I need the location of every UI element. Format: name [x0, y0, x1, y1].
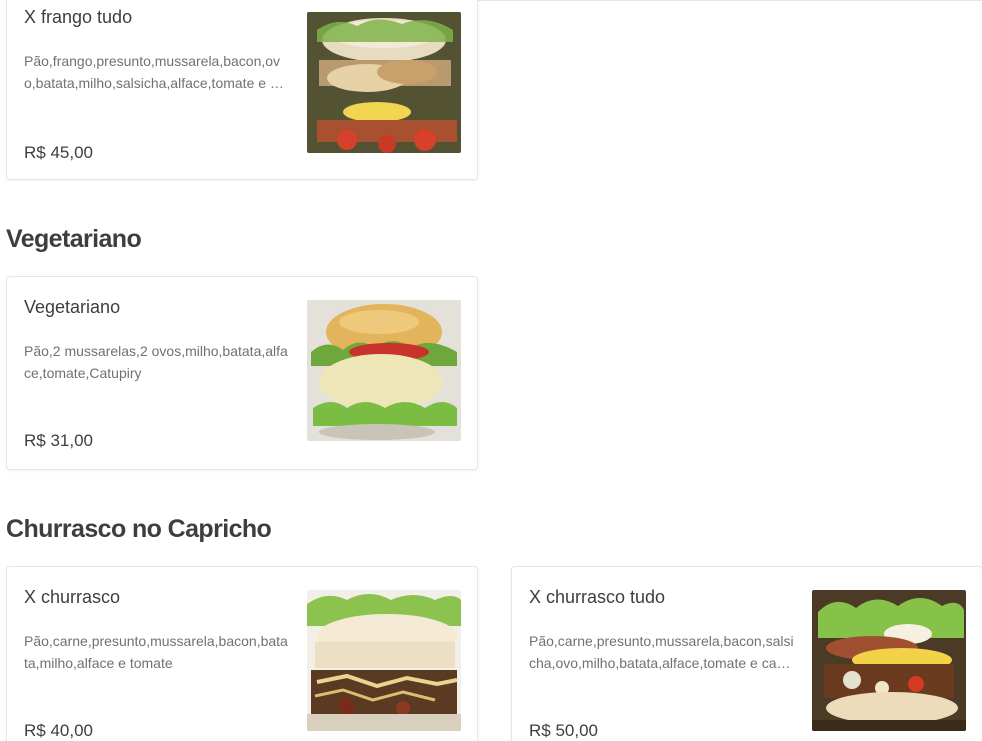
menu-item-description: Pão,carne,presunto,mussarela,bacon,batat… [24, 633, 288, 671]
menu-item-description: Pão,carne,presunto,mussarela,bacon,salsi… [529, 633, 794, 671]
menu-item-price: R$ 40,00 [24, 721, 93, 740]
menu-item-card[interactable]: X frango tudo Pão,frango,presunto,mussar… [6, 0, 478, 180]
menu-item-description: Pão,frango,presunto,mussarela,bacon,ovo,… [24, 53, 289, 91]
menu-item-price: R$ 45,00 [24, 143, 93, 162]
menu-item-card[interactable]: X churrasco Pão,carne,presunto,mussarela… [6, 566, 478, 741]
menu-item-name: X frango tudo [24, 7, 133, 27]
menu-item-photo [307, 12, 461, 153]
menu-item-photo [307, 300, 461, 441]
menu-item-price: R$ 50,00 [529, 721, 598, 740]
section-title: Vegetariano [6, 225, 142, 253]
menu-item-card[interactable]: Vegetariano Pão,2 mussarelas,2 ovos,milh… [6, 276, 478, 470]
menu-item-name: X churrasco [24, 587, 121, 607]
menu-item-description: Pão,2 mussarelas,2 ovos,milho,batata,alf… [24, 343, 288, 381]
menu-item-photo [307, 590, 461, 731]
menu-item-name: X churrasco tudo [529, 587, 666, 607]
section-title: Churrasco no Capricho [6, 515, 272, 543]
top-divider [478, 0, 982, 1]
menu-item-photo [812, 590, 966, 731]
menu-item-card[interactable]: X churrasco tudo Pão,carne,presunto,muss… [511, 566, 982, 741]
menu-item-name: Vegetariano [24, 297, 121, 317]
menu-item-price: R$ 31,00 [24, 431, 93, 450]
